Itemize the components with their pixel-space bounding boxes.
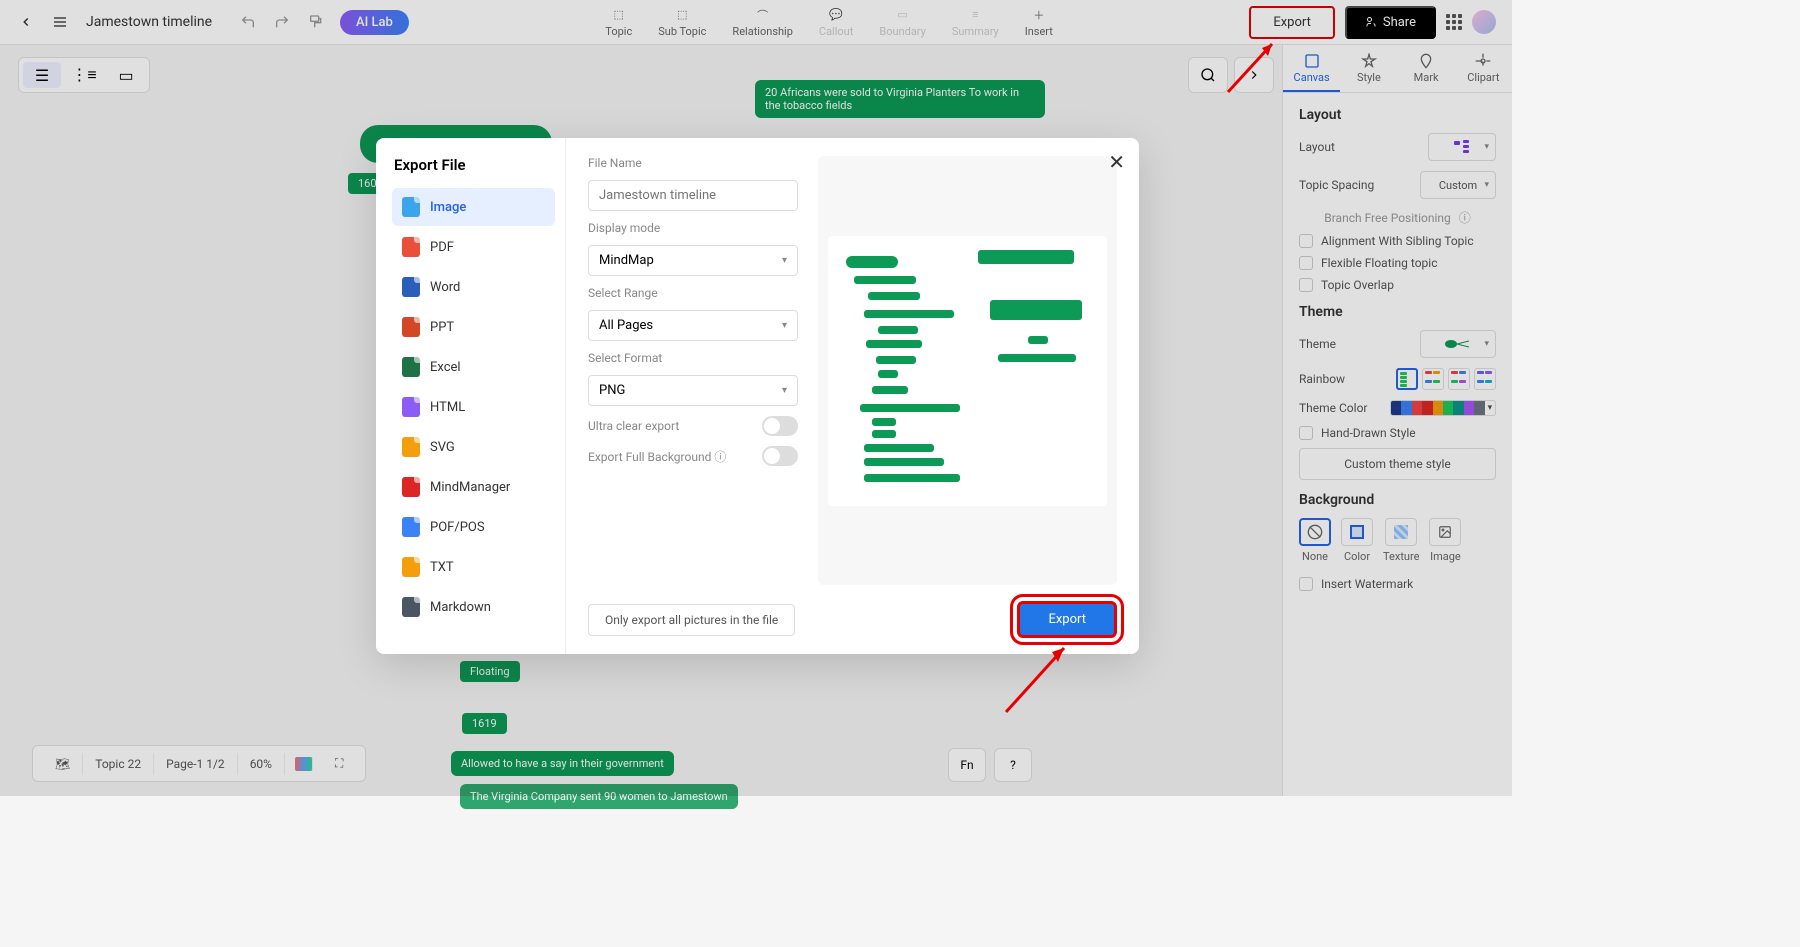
format-label: Word [430,280,460,295]
modal-content: File Name Display mode MindMap Select Ra… [588,156,1117,585]
file-icon [402,277,420,297]
info-icon[interactable]: ⓘ [714,450,726,464]
format-item-mindmanager[interactable]: MindManager [392,468,555,506]
select-value: All Pages [599,318,653,333]
ultra-clear-row: Ultra clear export [588,416,798,436]
format-item-markdown[interactable]: Markdown [392,588,555,626]
display-mode-select[interactable]: MindMap [588,245,798,276]
file-icon [402,437,420,457]
only-export-pictures-button[interactable]: Only export all pictures in the file [588,604,795,636]
format-label: TXT [430,560,454,575]
format-item-pofpos[interactable]: POF/POS [392,508,555,546]
label: Select Range [588,286,798,300]
format-label: PDF [430,240,454,255]
file-icon [402,477,420,497]
format-list: Image PDF Word PPT Excel HTML SVG MindManager PO… [392,188,555,628]
preview-image [828,236,1107,506]
label: Display mode [588,221,798,235]
full-bg-row: Export Full Background ⓘ [588,446,798,466]
format-label: Markdown [430,600,491,615]
file-icon [402,597,420,617]
export-form: File Name Display mode MindMap Select Ra… [588,156,798,585]
select-range-select[interactable]: All Pages [588,310,798,341]
format-item-pdf[interactable]: PDF [392,228,555,266]
select-format-select[interactable]: PNG [588,375,798,406]
modal-footer: Only export all pictures in the file Exp… [588,585,1117,638]
file-name-input[interactable] [588,180,798,211]
select-value: PNG [599,383,625,398]
modal-sidebar: Export File Image PDF Word PPT Excel HTML SVG M… [376,138,566,654]
format-label: Excel [430,360,461,375]
format-label: MindManager [430,480,510,495]
format-item-image[interactable]: Image [392,188,555,226]
format-label: PPT [430,320,454,335]
format-label: Image [430,200,466,215]
label: Ultra clear export [588,419,679,433]
close-icon[interactable]: ✕ [1108,150,1125,174]
preview-column [818,156,1117,585]
modal-title: Export File [392,156,555,174]
format-item-ppt[interactable]: PPT [392,308,555,346]
file-icon [402,397,420,417]
format-item-txt[interactable]: TXT [392,548,555,586]
file-icon [402,557,420,577]
modal-export-button[interactable]: Export [1017,601,1117,638]
full-bg-toggle[interactable] [762,446,798,466]
ultra-clear-toggle[interactable] [762,416,798,436]
modal-main: ✕ File Name Display mode MindMap Select … [566,138,1139,654]
file-icon [402,517,420,537]
format-item-html[interactable]: HTML [392,388,555,426]
export-modal: Export File Image PDF Word PPT Excel HTML SVG M… [376,138,1139,654]
format-item-svg[interactable]: SVG [392,428,555,466]
format-item-excel[interactable]: Excel [392,348,555,386]
file-icon [402,317,420,337]
format-item-word[interactable]: Word [392,268,555,306]
file-icon [402,237,420,257]
select-value: MindMap [599,253,654,268]
file-icon [402,197,420,217]
label: Export Full Background ⓘ [588,448,726,465]
label: Select Format [588,351,798,365]
label: File Name [588,156,798,170]
format-label: HTML [430,400,465,415]
format-label: SVG [430,440,455,455]
file-icon [402,357,420,377]
format-label: POF/POS [430,520,485,535]
